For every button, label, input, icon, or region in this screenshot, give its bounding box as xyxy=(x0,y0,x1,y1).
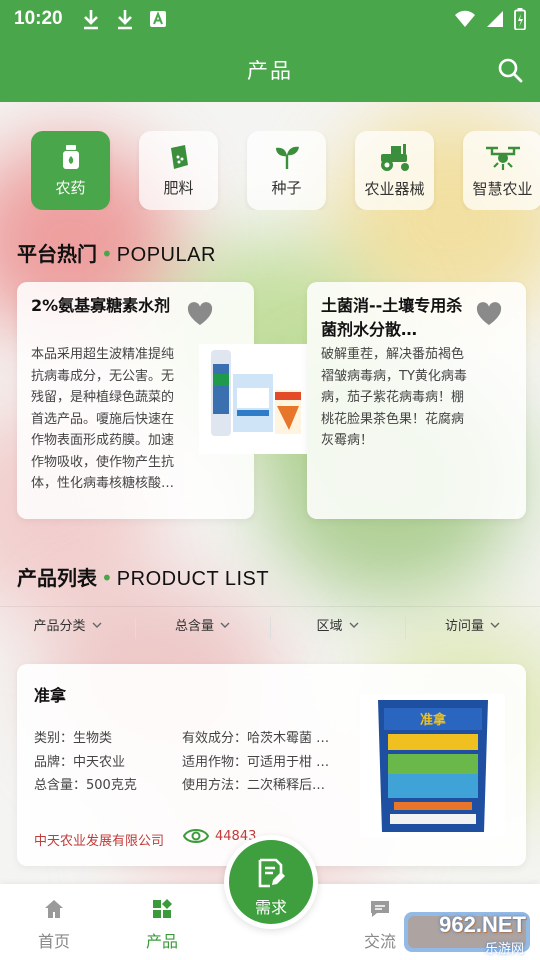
filter-views[interactable]: 访问量 xyxy=(405,615,540,639)
popular-card[interactable]: 2%氨基寡糖素水剂 本品采用超生波精准提纯抗病毒成分，无公害。无残留，是种植绿色… xyxy=(17,282,307,519)
popular-card-desc: 破解重茬，解决番茄褐色褶皱病毒病，TY黄化病毒病，茄子紫花病毒病！棚桃花脸果茶色… xyxy=(321,347,467,448)
nav-products[interactable]: 产品 xyxy=(127,898,197,952)
filter-region[interactable]: 区域 xyxy=(270,615,405,639)
download-icon xyxy=(117,10,132,30)
wifi-icon xyxy=(455,10,475,27)
home-icon xyxy=(45,900,63,918)
filter-category[interactable]: 产品分类 xyxy=(0,615,135,634)
pesticide-bottle-icon xyxy=(62,145,79,169)
product-list-section-title: 产品列表 • PRODUCT LIST xyxy=(17,566,270,590)
edit-document-icon xyxy=(258,858,285,888)
search-icon[interactable] xyxy=(496,56,524,84)
popular-card-title: 土菌消--土壤专用杀菌剂水分散… xyxy=(321,296,463,339)
product-ingredient: 有效成分：哈茨木霉菌 … xyxy=(182,731,330,746)
grid-icon xyxy=(153,899,172,918)
chevron-down-icon xyxy=(349,622,358,628)
category-row: 农药 肥料 种子 农业器械 智慧农业 xyxy=(31,131,540,210)
package-brand-text: 准拿 xyxy=(420,712,447,728)
favorite-heart-icon[interactable] xyxy=(187,302,213,326)
product-category: 类别：生物类 xyxy=(34,731,113,746)
watermark-sub: 乐游网 xyxy=(484,942,524,957)
section-title-en: POPULAR xyxy=(116,244,216,266)
popular-card[interactable]: 土菌消--土壤专用杀菌剂水分散… 破解重茬，解决番茄褐色褶皱病毒病，TY黄化病毒… xyxy=(307,282,526,519)
font-icon xyxy=(149,11,166,27)
category-label: 农业器械 xyxy=(364,180,425,198)
section-title-cn: 产品列表 xyxy=(17,566,97,590)
category-seeds[interactable]: 种子 xyxy=(247,131,326,210)
filter-amount[interactable]: 总含量 xyxy=(135,615,270,639)
company-name[interactable]: 中天农业发展有限公司 xyxy=(34,830,164,849)
chevron-down-icon xyxy=(220,622,230,628)
popular-section-title: 平台热门 • POPULAR xyxy=(17,242,216,266)
popular-card-desc: 本品采用超生波精准提纯抗病毒成分，无公害。无残留，是种植绿色蔬菜的首选产品。嗄施… xyxy=(31,347,175,491)
drone-icon xyxy=(485,146,520,170)
product-package-image: 准拿 xyxy=(360,694,505,837)
chevron-down-icon xyxy=(92,622,101,628)
watermark-text: 962.NET xyxy=(439,912,526,937)
status-time: 10:20 xyxy=(14,8,63,29)
status-bar: 10:20 xyxy=(0,0,540,38)
chat-icon xyxy=(371,901,389,917)
product-usage: 使用方法：二次稀释后… xyxy=(182,778,326,793)
product-brand: 品牌：中天农业 xyxy=(34,755,126,770)
page-title: 产品 xyxy=(247,59,293,83)
chevron-down-icon xyxy=(490,622,500,628)
section-title-en: PRODUCT LIST xyxy=(116,568,270,590)
sprout-icon xyxy=(275,146,299,169)
category-label: 种子 xyxy=(271,179,302,197)
nav-home[interactable]: 首页 xyxy=(19,898,89,952)
eye-icon xyxy=(183,829,209,843)
popular-card-title: 2%氨基寡糖素水剂 xyxy=(31,296,171,315)
signal-icon xyxy=(487,11,503,27)
category-label: 肥料 xyxy=(163,179,194,197)
category-pesticide[interactable]: 农药 xyxy=(31,131,110,210)
category-label: 农药 xyxy=(55,179,86,197)
filter-bar: 产品分类 总含量 区域 访问量 xyxy=(0,606,540,642)
app-bar: 产品 xyxy=(0,38,540,102)
category-machinery[interactable]: 农业器械 xyxy=(355,131,434,210)
fertilizer-bag-icon xyxy=(170,145,188,169)
section-title-cn: 平台热门 xyxy=(17,242,97,266)
category-fertilizer[interactable]: 肥料 xyxy=(139,131,218,210)
favorite-heart-icon[interactable] xyxy=(476,302,502,326)
battery-icon xyxy=(514,8,526,30)
download-icon xyxy=(83,10,98,30)
category-label: 智慧农业 xyxy=(472,180,533,198)
demand-button-label: 需求 xyxy=(254,898,287,917)
tractor-icon xyxy=(380,144,409,171)
product-crops: 适用作物：可适用于柑 … xyxy=(182,755,330,770)
product-amount: 总含量：500克克 xyxy=(34,778,137,793)
category-smart-agriculture[interactable]: 智慧农业 xyxy=(463,131,540,210)
product-image xyxy=(199,344,307,454)
demand-button[interactable]: 需求 xyxy=(224,835,318,929)
product-name: 准拿 xyxy=(34,686,67,705)
